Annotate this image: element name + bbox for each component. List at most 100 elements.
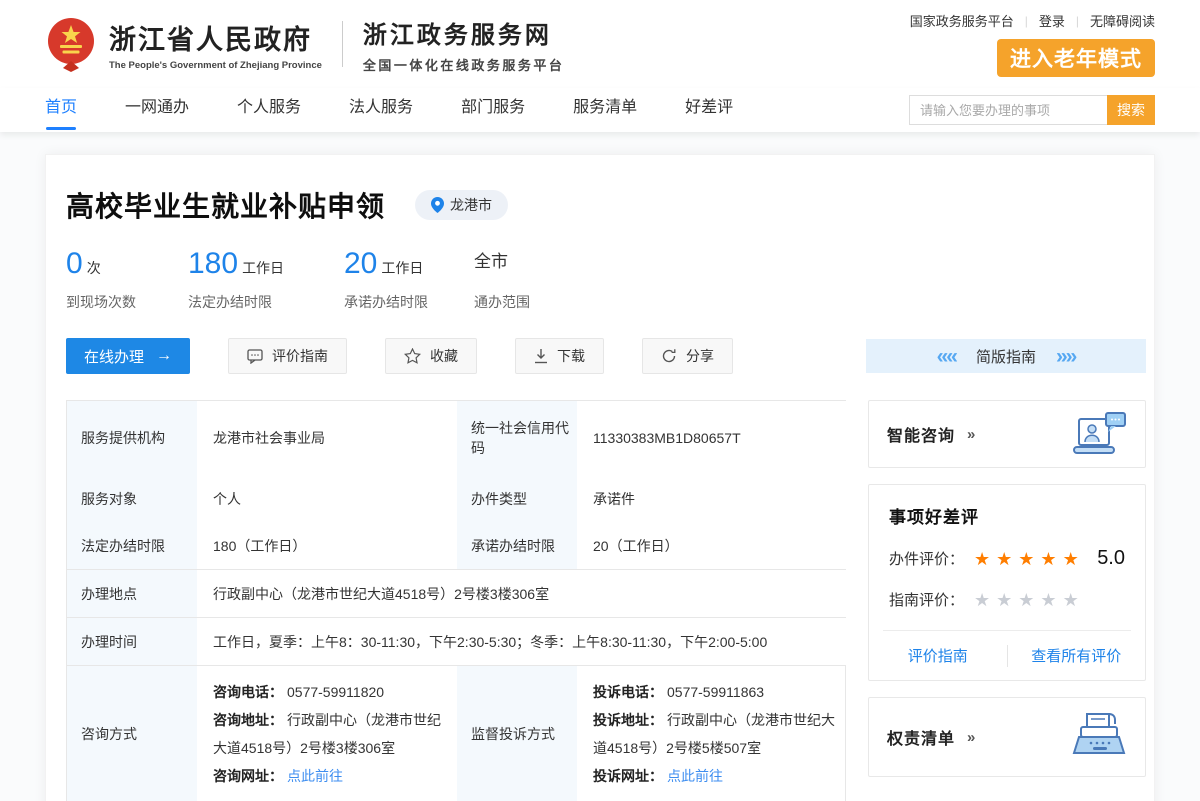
site-title: 浙江省人民政府: [109, 18, 322, 57]
site-header: 浙江省人民政府 The People's Government of Zheji…: [0, 0, 1200, 88]
duty-list-card[interactable]: 权责清单 »: [868, 697, 1146, 777]
complaint-web-link[interactable]: 点此前往: [667, 768, 723, 784]
complaint-web-label: 投诉网址：: [593, 768, 663, 784]
actions-row: 在线办理 → 评价指南: [66, 338, 1146, 374]
consult-phone-line: 咨询电话：0577-59911820: [213, 678, 447, 706]
search-button[interactable]: 搜索: [1107, 95, 1155, 125]
stat-legal-limit: 180 工作日 法定办结时限: [188, 247, 344, 312]
chevrons-left-icon: ««: [937, 346, 956, 367]
share-button[interactable]: 分享: [642, 338, 733, 374]
portal-subtitle: 全国一体化在线政务服务平台: [363, 55, 565, 74]
nav-item-rating[interactable]: 好差评: [685, 88, 733, 132]
top-links: 国家政务服务平台 | 登录 | 无障碍阅读: [910, 11, 1155, 30]
page: 浙江省人民政府 The People's Government of Zheji…: [0, 0, 1200, 801]
nav-item-service-list[interactable]: 服务清单: [573, 88, 637, 132]
stat-promised-limit: 20 工作日 承诺办结时限: [344, 247, 474, 312]
complaint-phone-line: 投诉电话：0577-59911863: [593, 678, 837, 706]
link-separator: |: [1025, 14, 1028, 28]
stat-promised-limit-value: 20: [344, 247, 377, 281]
site-subtitle: The People's Government of Zhejiang Prov…: [109, 60, 322, 71]
complaint-phone-value: 0577-59911863: [667, 684, 764, 700]
online-handle-button[interactable]: 在线办理 →: [66, 338, 190, 374]
more-chevron-icon: »: [967, 729, 975, 746]
simple-guide-banner[interactable]: «« 简版指南 »»: [866, 339, 1146, 373]
view-all-ratings-link[interactable]: 查看所有评价: [1008, 645, 1146, 666]
consult-details: 咨询电话：0577-59911820 咨询地址：行政副中心（龙港市世纪大道451…: [197, 666, 457, 801]
nav-item-department[interactable]: 部门服务: [461, 88, 525, 132]
stat-legal-limit-unit: 工作日: [242, 258, 284, 278]
location-badge[interactable]: 龙港市: [415, 190, 508, 220]
stat-legal-limit-label: 法定办结时限: [188, 292, 344, 312]
search-input[interactable]: [909, 95, 1107, 125]
link-national-platform[interactable]: 国家政务服务平台: [910, 11, 1014, 30]
complaint-phone-label: 投诉电话：: [593, 684, 663, 700]
header-right: 国家政务服务平台 | 登录 | 无障碍阅读 进入老年模式: [910, 11, 1155, 77]
consult-web-link[interactable]: 点此前往: [287, 768, 343, 784]
item-type-value: 承诺件: [577, 475, 847, 522]
provider-value: 龙港市社会事业局: [197, 401, 457, 475]
stats-row: 0 次 到现场次数 180 工作日 法定办结时限 20 工作日: [66, 247, 1146, 312]
chevrons-right-icon: »»: [1056, 346, 1075, 367]
elder-mode-button[interactable]: 进入老年模式: [997, 39, 1155, 77]
main-row: 服务提供机构 龙港市社会事业局 统一社会信用代码 11330383MB1D806…: [66, 400, 1146, 801]
nav-item-legal-person[interactable]: 法人服务: [349, 88, 413, 132]
star-outline-icon: [404, 348, 421, 364]
table-section-time: 办理时间 工作日，夏季：上午8：30-11:30，下午2:30-5:30；冬季：…: [67, 617, 845, 665]
credit-code-value: 11330383MB1D80657T: [577, 401, 847, 475]
duty-list-title: 权责清单: [887, 725, 955, 749]
more-chevron-icon: »: [967, 426, 975, 443]
stat-visits-label: 到现场次数: [66, 292, 188, 312]
table-section-contact: 咨询方式 咨询电话：0577-59911820 咨询地址：行政副中心（龙港市世纪…: [67, 665, 845, 801]
share-icon: [661, 348, 677, 364]
consult-web-line: 咨询网址：点此前往: [213, 762, 447, 790]
national-emblem-icon: [45, 16, 97, 72]
handling-rating-label: 办件评价：: [889, 548, 964, 569]
link-accessibility[interactable]: 无障碍阅读: [1090, 11, 1155, 30]
simple-guide-label: 简版指南: [976, 346, 1036, 367]
table-section-place: 办理地点 行政副中心（龙港市世纪大道4518号）2号楼3楼306室: [67, 569, 845, 617]
favorite-button[interactable]: 收藏: [385, 338, 477, 374]
download-label: 下载: [557, 346, 585, 366]
stat-scope-value: 全市: [474, 247, 508, 272]
consult-addr-line: 咨询地址：行政副中心（龙港市世纪大道4518号）2号楼3楼306室: [213, 706, 447, 762]
portal-title-block: 浙江政务服务网 全国一体化在线政务服务平台: [363, 15, 565, 74]
handling-rating-row: 办件评价： ★★★★★ 5.0: [869, 547, 1145, 570]
rating-guide-link[interactable]: 评价指南: [869, 645, 1007, 666]
stat-promised-limit-label: 承诺办结时限: [344, 292, 474, 312]
consult-web-label: 咨询网址：: [213, 768, 283, 784]
search-bar: 搜索: [909, 95, 1155, 125]
audience-value: 个人: [197, 475, 457, 522]
rating-card: 事项好差评 办件评价： ★★★★★ 5.0 指南评价： ★★★★★ 评价指南: [868, 484, 1146, 681]
page-title: 高校毕业生就业补贴申领: [66, 185, 385, 225]
complaint-addr-line: 投诉地址：行政副中心（龙港市世纪大道4518号）2号楼5楼507室: [593, 706, 837, 762]
online-handle-label: 在线办理: [84, 346, 144, 367]
nav-item-personal[interactable]: 个人服务: [237, 88, 301, 132]
portal-title: 浙江政务服务网: [363, 15, 565, 50]
credit-code-label: 统一社会信用代码: [457, 401, 577, 475]
guide-rating-row: 指南评价： ★★★★★: [869, 589, 1145, 610]
nav-item-home[interactable]: 首页: [45, 88, 77, 132]
download-button[interactable]: 下载: [515, 338, 604, 374]
guide-stars-icon: ★★★★★: [974, 591, 1085, 609]
title-row: 高校毕业生就业补贴申领 龙港市: [66, 185, 1146, 225]
audience-label: 服务对象: [67, 475, 197, 522]
legal-limit-value: 180（工作日）: [197, 522, 457, 569]
rating-card-links: 评价指南 查看所有评价: [869, 631, 1145, 680]
time-label: 办理时间: [67, 618, 197, 665]
rating-guide-button[interactable]: 评价指南: [228, 338, 347, 374]
stat-visits-unit: 次: [87, 258, 101, 278]
table-section-basic: 服务提供机构 龙港市社会事业局 统一社会信用代码 11330383MB1D806…: [67, 401, 845, 569]
link-login[interactable]: 登录: [1039, 11, 1065, 30]
comment-icon: [247, 348, 263, 364]
item-type-label: 办件类型: [457, 475, 577, 522]
share-label: 分享: [686, 346, 714, 366]
consult-laptop-icon: [1071, 411, 1127, 457]
stat-visits-value: 0: [66, 247, 83, 281]
smart-consult-card[interactable]: 智能咨询 »: [868, 400, 1146, 468]
stat-scope-label: 通办范围: [474, 292, 594, 312]
link-separator: |: [1076, 14, 1079, 28]
handling-stars-icon: ★★★★★: [974, 550, 1085, 568]
rating-guide-label: 评价指南: [272, 346, 328, 366]
nav-item-one-stop[interactable]: 一网通办: [125, 88, 189, 132]
promised-limit-value: 20（工作日）: [577, 522, 847, 569]
